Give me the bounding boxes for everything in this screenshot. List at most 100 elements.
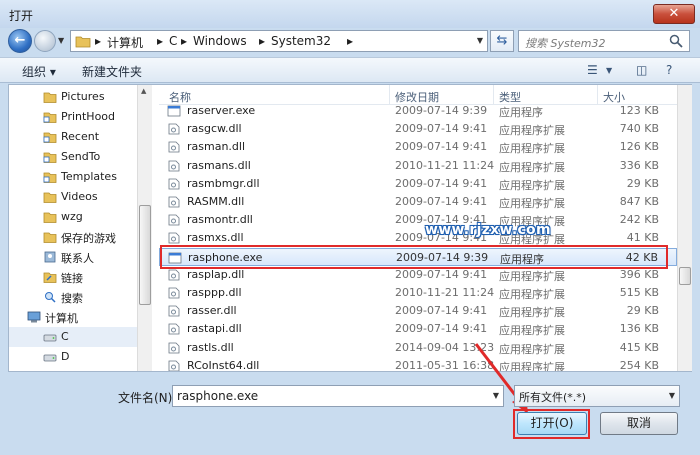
preview-pane-icon[interactable]: ◫ xyxy=(636,63,647,77)
nav-item[interactable]: Templates xyxy=(9,167,137,187)
file-size: 123 KB xyxy=(619,104,659,117)
folder-icon xyxy=(43,232,57,243)
nav-item[interactable]: C xyxy=(9,327,137,347)
breadcrumb-separator[interactable]: ▸ xyxy=(157,34,163,48)
file-row[interactable]: rastapi.dll 2009-07-14 9:41 应用程序扩展 136 KB xyxy=(159,320,677,338)
dll-file-icon xyxy=(168,323,180,335)
file-date: 2009-07-14 9:41 xyxy=(395,267,488,281)
nav-item[interactable]: SendTo xyxy=(9,147,137,167)
chevron-down-icon[interactable]: ▼ xyxy=(606,66,612,75)
breadcrumb-separator[interactable]: ▸ xyxy=(181,34,187,48)
file-name: rasmbmgr.dll xyxy=(187,176,260,190)
folder-icon xyxy=(75,36,91,48)
file-name: rasmontr.dll xyxy=(187,213,253,227)
file-size: 29 KB xyxy=(626,304,659,318)
refresh-icon: ⇆ xyxy=(496,33,508,48)
nav-item[interactable]: wzg xyxy=(9,207,137,227)
new-folder-button[interactable]: 新建文件夹 xyxy=(82,63,142,80)
breadcrumb-computer[interactable]: 计算机 xyxy=(107,34,143,51)
nav-item[interactable]: E xyxy=(9,367,137,371)
file-row[interactable]: rasser.dll 2009-07-14 9:41 应用程序扩展 29 KB xyxy=(159,302,677,320)
search-icon xyxy=(669,34,683,48)
scrollbar-thumb[interactable] xyxy=(679,267,691,285)
file-size: 515 KB xyxy=(619,286,659,299)
file-row[interactable]: raserver.exe 2009-07-14 9:39 应用程序 123 KB xyxy=(159,102,677,120)
dll-file-icon xyxy=(168,269,180,281)
file-row[interactable]: rasmontr.dll 2009-07-14 9:41 应用程序扩展 242 KB xyxy=(159,211,677,229)
file-row[interactable]: RASMM.dll 2009-07-14 9:41 应用程序扩展 847 KB xyxy=(159,193,677,211)
file-date: 2009-07-14 9:39 xyxy=(395,104,488,117)
file-type: 应用程序扩展 xyxy=(499,178,565,192)
file-date: 2009-07-14 9:41 xyxy=(395,176,488,190)
dll-file-icon xyxy=(168,196,180,208)
file-name: rasman.dll xyxy=(187,140,246,154)
file-row[interactable]: rasman.dll 2009-07-14 9:41 应用程序扩展 126 KB xyxy=(159,138,677,156)
file-row[interactable]: rasmans.dll 2010-11-21 11:24 应用程序扩展 336 KB xyxy=(159,157,677,175)
navigation-pane: Pictures PrintHood Recent SendTo Templates Vi… xyxy=(9,85,137,371)
scroll-up-icon[interactable]: ▲ xyxy=(141,87,146,95)
chevron-down-icon[interactable]: ▼ xyxy=(477,36,483,45)
history-dropdown-icon[interactable]: ▼ xyxy=(58,36,64,45)
file-date: 2009-07-14 9:41 xyxy=(395,195,488,208)
forward-button[interactable] xyxy=(34,30,56,52)
nav-item-label: Pictures xyxy=(61,90,105,103)
refresh-button[interactable]: ⇆ xyxy=(490,30,514,52)
breadcrumb-separator[interactable]: ▸ xyxy=(259,34,265,48)
file-list-scrollbar[interactable] xyxy=(677,85,692,371)
organize-button[interactable]: 组织 ▾ xyxy=(22,63,56,80)
nav-item-label: 保存的游戏 xyxy=(61,232,116,245)
nav-item[interactable]: Pictures xyxy=(9,87,137,107)
filename-input[interactable]: rasphone.exe ▼ xyxy=(172,385,504,407)
file-type: 应用程序扩展 xyxy=(499,288,565,301)
scrollbar-thumb[interactable] xyxy=(139,205,151,305)
breadcrumb-c[interactable]: C xyxy=(169,34,177,48)
search-input[interactable]: 搜索 System32 xyxy=(518,30,690,52)
nav-item[interactable]: D xyxy=(9,347,137,367)
file-row[interactable]: rasgcw.dll 2009-07-14 9:41 应用程序扩展 740 KB xyxy=(159,120,677,138)
nav-item-label: 计算机 xyxy=(45,312,78,325)
file-type: 应用程序扩展 xyxy=(499,160,565,174)
chevron-down-icon[interactable]: ▼ xyxy=(669,391,675,400)
file-name: rasppp.dll xyxy=(187,286,242,299)
file-row[interactable]: rasppp.dll 2010-11-21 11:24 应用程序扩展 515 KB xyxy=(159,284,677,302)
dialog-footer: 文件名(N): rasphone.exe ▼ 所有文件(*.*) ▼ 打开(O)… xyxy=(0,375,700,455)
cancel-button[interactable]: 取消 xyxy=(600,412,678,435)
arrow-left-icon: ← xyxy=(14,33,26,48)
nav-item[interactable]: 保存的游戏 xyxy=(9,227,137,247)
nav-item-label: Templates xyxy=(61,170,117,183)
links-icon xyxy=(43,272,57,283)
help-icon[interactable]: ? xyxy=(666,63,672,77)
breadcrumb-windows[interactable]: Windows xyxy=(193,34,247,48)
breadcrumb-separator[interactable]: ▸ xyxy=(95,34,101,48)
open-button[interactable]: 打开(O) xyxy=(517,412,587,435)
file-row[interactable]: rasmbmgr.dll 2009-07-14 9:41 应用程序扩展 29 KB xyxy=(159,175,677,193)
file-type: 应用程序扩展 xyxy=(499,124,565,138)
nav-item[interactable]: 链接 xyxy=(9,267,137,287)
chevron-down-icon[interactable]: ▼ xyxy=(493,391,499,400)
dll-file-icon xyxy=(168,160,180,171)
close-button[interactable]: ✕ xyxy=(653,4,695,24)
nav-item[interactable]: Recent xyxy=(9,127,137,147)
nav-item[interactable]: PrintHood xyxy=(9,107,137,127)
nav-item[interactable]: Videos xyxy=(9,187,137,207)
filetype-select[interactable]: 所有文件(*.*) ▼ xyxy=(514,385,680,407)
nav-item[interactable]: 联系人 xyxy=(9,247,137,267)
address-bar[interactable]: ▸ 计算机 ▸ C ▸ Windows ▸ System32 ▸ ▼ xyxy=(70,30,488,52)
file-name: rasplap.dll xyxy=(187,267,245,281)
nav-item[interactable]: 搜索 xyxy=(9,287,137,307)
watermark: www.rjzxw.com xyxy=(425,222,551,238)
breadcrumb-system32[interactable]: System32 xyxy=(271,34,331,48)
breadcrumb-separator[interactable]: ▸ xyxy=(347,34,353,48)
file-row[interactable]: rastls.dll 2014-09-04 13:23 应用程序扩展 415 KB xyxy=(159,339,677,357)
file-size: 740 KB xyxy=(619,122,659,136)
file-size: 415 KB xyxy=(619,340,659,354)
nav-scrollbar[interactable]: ▲ xyxy=(137,85,152,371)
back-button[interactable]: ← xyxy=(8,29,32,53)
file-row[interactable]: RCoInst64.dll 2011-05-31 16:38 应用程序扩展 254 K… xyxy=(159,357,677,371)
dll-file-icon xyxy=(168,305,180,317)
nav-item[interactable]: 计算机 xyxy=(9,307,137,327)
view-options-icon[interactable]: ☰ xyxy=(587,63,598,77)
shortcut-folder-icon xyxy=(43,172,57,183)
highlight-box xyxy=(160,245,668,269)
file-date: 2010-11-21 11:24 xyxy=(395,158,495,172)
